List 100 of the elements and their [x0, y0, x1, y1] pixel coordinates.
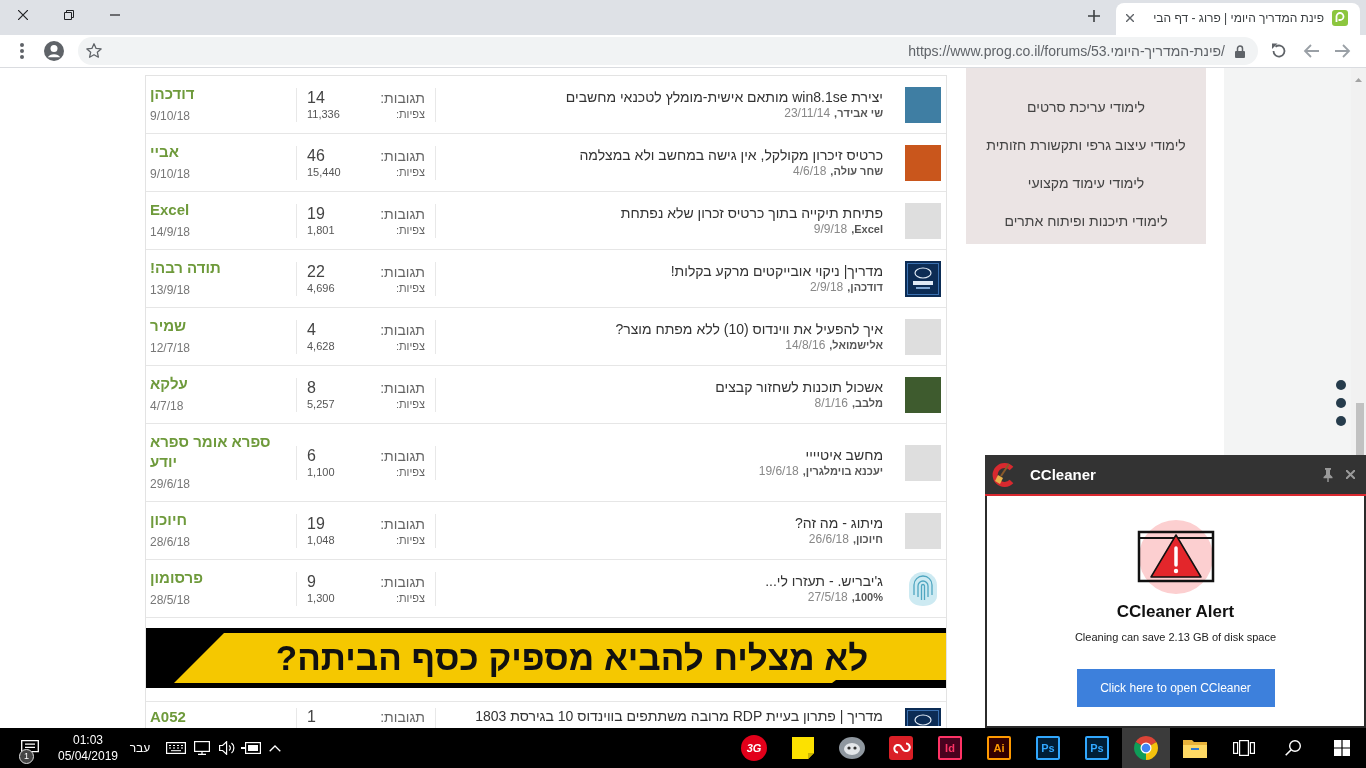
app-icon[interactable]	[839, 737, 865, 759]
replies-count: 46	[307, 146, 325, 165]
thread-title-link[interactable]: ג'יבריש. - תעזרו לי...	[765, 573, 883, 590]
thread-title-link[interactable]: יצירת win8.1se מותאם אישית-מומלץ לטכנאי מחשבים	[565, 89, 883, 106]
image-placeholder	[905, 445, 941, 481]
profile-icon[interactable]	[44, 41, 64, 61]
taskbar-date[interactable]: 05/04/2019	[57, 748, 119, 764]
taskbar-time[interactable]: 01:03	[73, 732, 103, 748]
reload-icon[interactable]	[1271, 43, 1287, 59]
close-icon[interactable]	[1126, 13, 1134, 22]
sidebar-link[interactable]: לימודי תיכנות ופיתוח אתרים	[1004, 212, 1168, 230]
chrome-icon[interactable]	[1134, 736, 1158, 760]
views-label: צפיות:	[395, 338, 425, 354]
thread-author-link[interactable]: Excel,	[851, 222, 883, 237]
pin-icon[interactable]	[1323, 467, 1333, 482]
windows-logo-icon[interactable]	[1334, 740, 1350, 756]
browser-tab[interactable]: פינת המדריך היומי | פרוג - דף הבי	[1116, 3, 1360, 35]
replies-label: תגובות:	[380, 204, 425, 223]
restore-icon[interactable]	[64, 9, 74, 20]
network-icon[interactable]	[194, 741, 210, 755]
replies-count: 19	[307, 514, 325, 533]
sidebar-link[interactable]: לימודי עיצוב גרפי ותקשורת חזותית	[986, 136, 1186, 154]
replies-label: תגובות:	[380, 446, 425, 465]
processor-badge-drawing	[905, 261, 941, 297]
lock-icon	[1235, 44, 1245, 58]
new-tab-icon[interactable]	[1088, 10, 1100, 22]
folder-icon[interactable]	[1183, 738, 1207, 758]
taskbar-button[interactable]: Ps	[1024, 728, 1072, 768]
popup-title: CCleaner	[1030, 466, 1096, 483]
taskbar-button[interactable]	[1122, 728, 1170, 768]
taskbar-button[interactable]: Ps	[1073, 728, 1121, 768]
broom-logo-icon	[992, 462, 1016, 487]
last-post-date: 13/9/18	[150, 282, 191, 299]
battery-icon[interactable]	[241, 742, 261, 754]
thread-author-link[interactable]: שי אבידר,	[834, 106, 883, 121]
last-post-date: 14/9/18	[150, 224, 191, 241]
close-icon[interactable]	[18, 9, 28, 20]
views-count: 1,801	[307, 222, 335, 238]
replies-count: 8	[307, 378, 316, 397]
views-label: צפיות:	[395, 106, 425, 122]
thread-author-link[interactable]: דודכהן,	[847, 280, 883, 295]
views-count: 1,048	[307, 532, 335, 548]
thread-title-link[interactable]: מחשב איטיייי	[805, 447, 883, 464]
vertical-dots-icon[interactable]	[1336, 380, 1346, 426]
ad-banner[interactable]: לא מצליח להביא מספיק כסף הביתה?	[146, 628, 946, 688]
cloud-logo-icon[interactable]	[889, 736, 913, 760]
thread-date: 23/11/14	[784, 106, 831, 121]
open-ccleaner-button[interactable]: Click here to open CCleaner	[1076, 669, 1275, 707]
sticky-note-icon[interactable]	[792, 737, 814, 759]
fingerprint-drawing	[909, 572, 937, 606]
views-count: 1,100	[307, 464, 335, 480]
replies-label: תגובות:	[380, 262, 425, 281]
views-label: צפיות:	[395, 396, 425, 412]
image-placeholder	[905, 319, 941, 355]
chevron-up-icon[interactable]	[269, 744, 281, 752]
favicon-icon	[1332, 9, 1348, 26]
menu-icon[interactable]	[20, 43, 24, 59]
thread-title-link[interactable]: כרטיס זיכרון מקולקל, אין גישה במחשב ולא במצלמה	[579, 147, 883, 164]
sidebar-link[interactable]: לימודי עריכת סרטים	[1027, 98, 1145, 116]
language-indicator[interactable]: עבר	[129, 741, 151, 755]
thread-author-link[interactable]: יעכנא בוימלגרין,	[802, 464, 883, 479]
keyboard-icon[interactable]	[166, 742, 186, 754]
task-view-icon[interactable]	[1233, 740, 1255, 756]
scrollbar-thumb[interactable]	[1356, 403, 1364, 455]
image-placeholder	[905, 513, 941, 549]
thread-title-link[interactable]: איך להפעיל את ווינדוס (10) ללא מפתח מוצר?	[615, 321, 883, 338]
address-bar[interactable]: https://www.prog.co.il/forums/53.פינת-המדריך-היומי/	[78, 37, 1258, 65]
warning-icon	[1135, 517, 1216, 597]
views-count: 15,440	[307, 164, 341, 180]
thread-title-link[interactable]: פתיחת תיקייה בתוך כרטיס זכרון שלא נפתחת	[620, 205, 883, 222]
forward-icon[interactable]	[1303, 44, 1319, 58]
thread-author-link[interactable]: מלבב,	[851, 396, 883, 411]
thread-author-link[interactable]: חיוכון,	[852, 532, 883, 547]
star-icon[interactable]	[86, 43, 102, 59]
thread-author-link[interactable]: אלישמואל,	[829, 338, 883, 353]
taskbar-button[interactable]: Ai	[975, 728, 1023, 768]
views-count: 4,696	[307, 280, 335, 296]
thread-author-link[interactable]: 100%,	[851, 590, 883, 605]
search-icon[interactable]	[1285, 740, 1301, 756]
taskbar-button[interactable]: Id	[926, 728, 974, 768]
replies-count: 19	[307, 204, 325, 223]
thread-title-link[interactable]: מדריך | פתרון בעיית RDP מרובה משתתפים בווינדוס 10 בגירסת 1803	[475, 708, 883, 725]
replies-count: 1	[307, 708, 316, 726]
thread-date: 2/9/18	[809, 280, 844, 295]
views-label: צפיות:	[395, 590, 425, 606]
taskbar-button[interactable]: 3G	[730, 728, 778, 768]
back-icon[interactable]	[1335, 44, 1351, 58]
thread-title-link[interactable]: אשכול תוכנות לשחזור קבצים	[715, 379, 883, 396]
thread-date: 19/6/18	[758, 464, 799, 479]
thread-title-link[interactable]: מדריך| ניקוי אובייקטים מרקע בקלות!	[670, 263, 883, 280]
volume-icon[interactable]	[219, 741, 235, 755]
views-count: 11,336	[307, 106, 340, 122]
replies-count: 9	[307, 572, 316, 591]
replies-label: תגובות:	[380, 146, 425, 165]
minimize-icon[interactable]	[110, 13, 120, 16]
thread-author-link[interactable]: שחר עולה,	[830, 164, 883, 179]
sidebar-link[interactable]: לימודי עימוד מקצועי	[1027, 174, 1145, 192]
image-placeholder	[905, 203, 941, 239]
thread-title-link[interactable]: מיתוג - מה זה?	[795, 515, 883, 532]
replies-label: תגובות:	[380, 514, 425, 533]
